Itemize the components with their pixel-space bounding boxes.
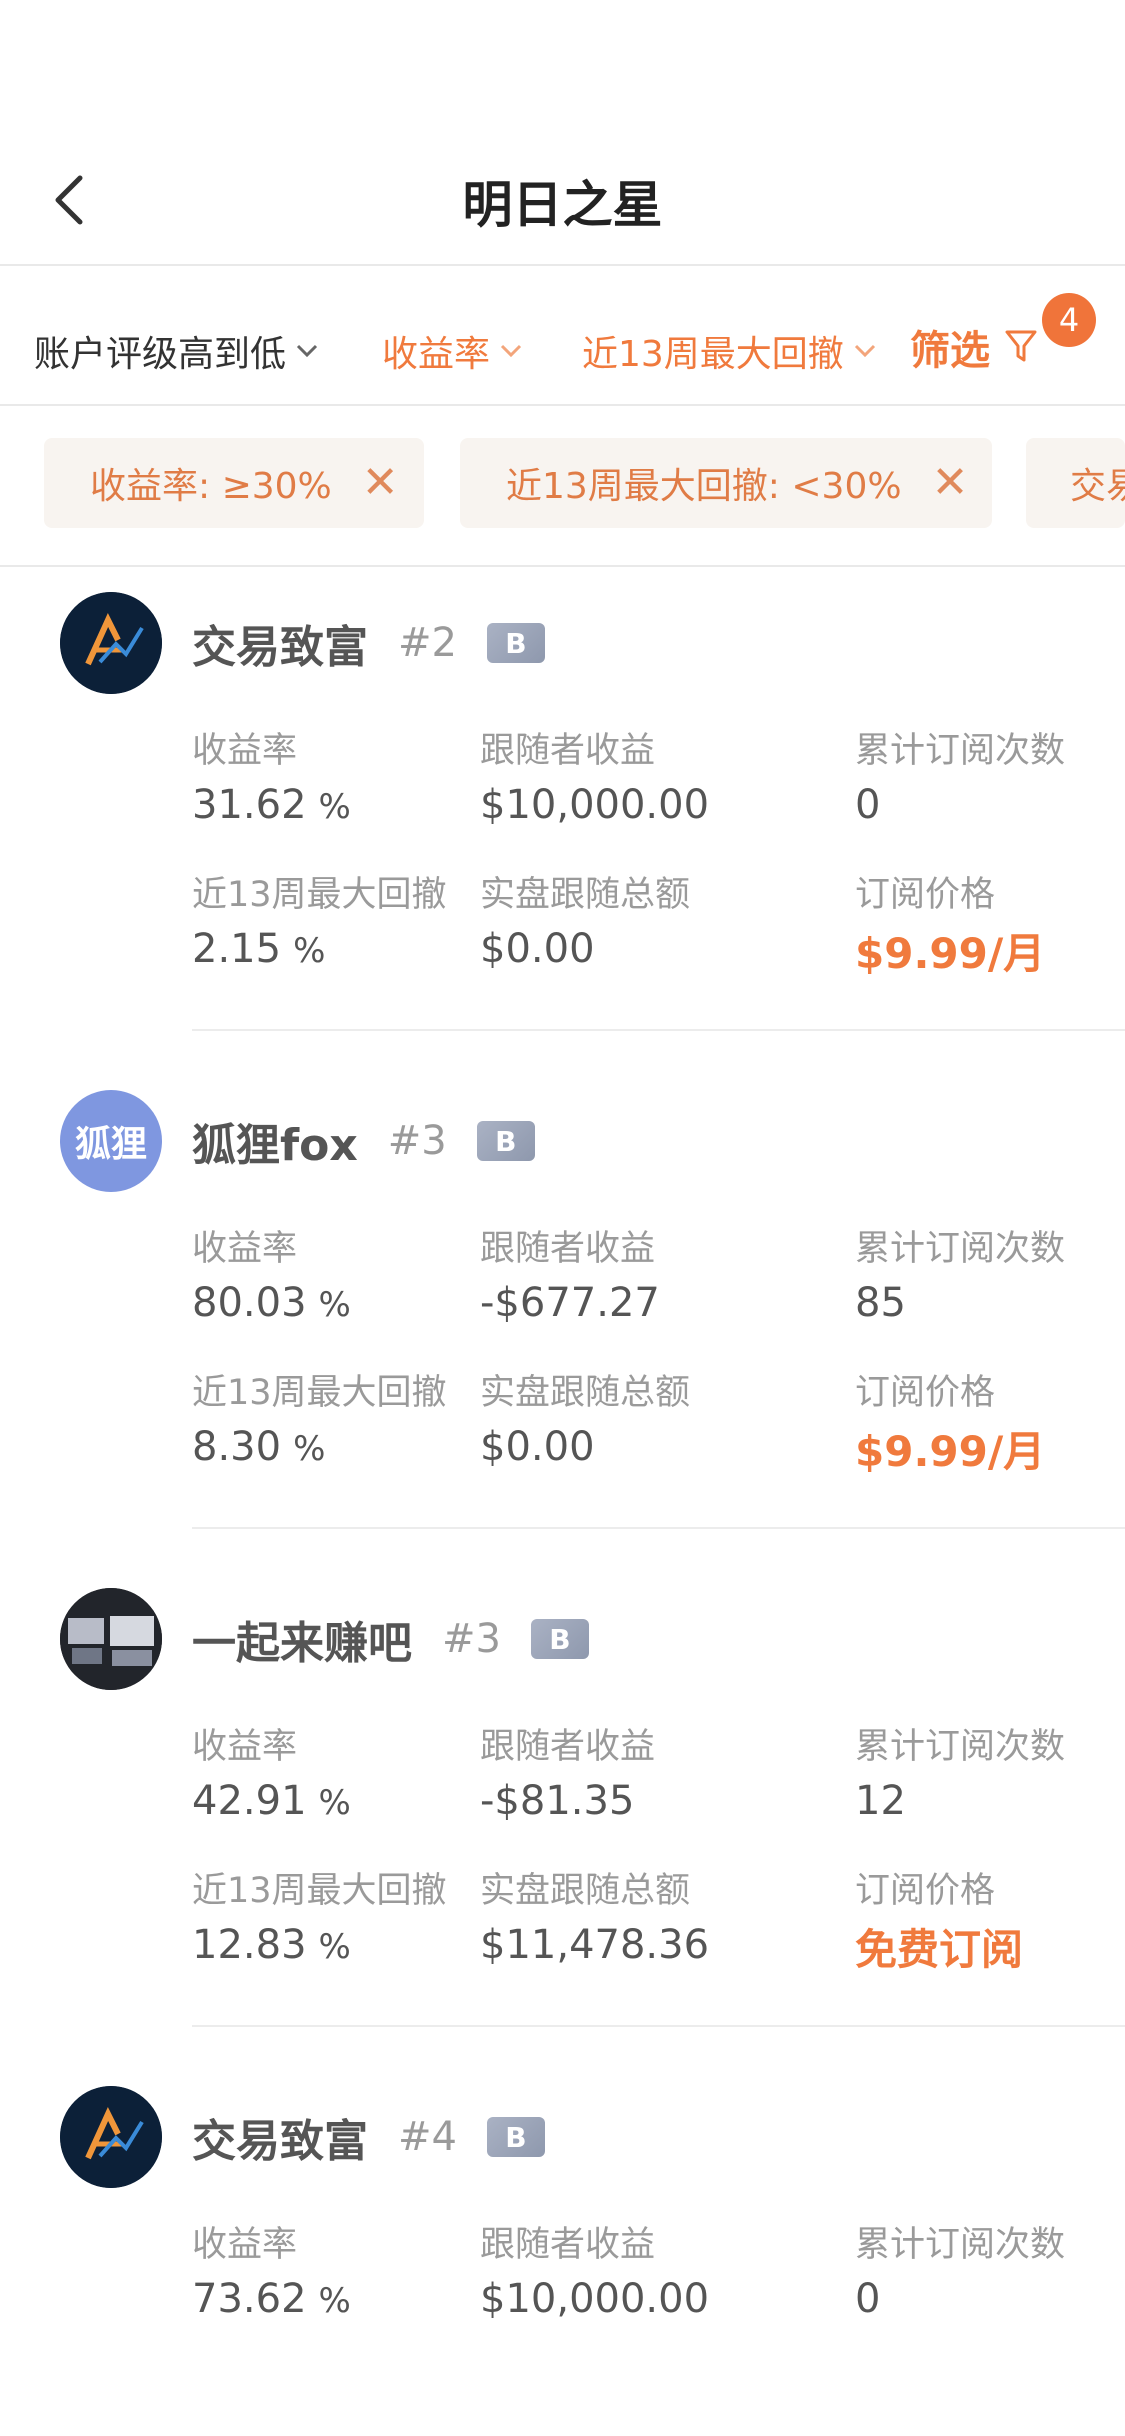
drawdown-value: 2.15%	[192, 926, 326, 972]
chips-divider	[0, 565, 1125, 567]
follower-profit-label: 跟随者收益	[480, 731, 656, 771]
account-rank: #2	[398, 620, 457, 666]
return-label: 收益率	[192, 1229, 298, 1269]
drawdown-label: 近13周最大回撤	[192, 875, 447, 915]
sortbar-divider	[0, 404, 1125, 406]
filter-label: 筛选	[910, 328, 990, 374]
filter-icon	[1005, 330, 1037, 362]
nav-bar: 明日之星	[0, 0, 1125, 265]
chevron-down-icon	[854, 344, 875, 358]
follower-profit-value: $10,000.00	[480, 782, 710, 828]
account-name: 狐狸fox	[192, 1120, 358, 1171]
follower-profit-label: 跟随者收益	[480, 1727, 656, 1767]
price-value: $9.99/月	[855, 929, 1046, 978]
logo-icon	[60, 2086, 162, 2188]
account-name: 一起来赚吧	[192, 1618, 412, 1669]
account-rank: #3	[442, 1616, 501, 1662]
price-value: 免费订阅	[855, 1925, 1024, 1974]
drawdown-label: 近13周最大回撤	[192, 1373, 447, 1413]
logo-icon	[60, 592, 162, 694]
page-title: 明日之星	[462, 176, 663, 234]
card-divider	[192, 2025, 1125, 2027]
account-rank: #3	[387, 1118, 447, 1164]
live-amount-value: $0.00	[480, 926, 595, 972]
avatar: 狐狸	[60, 1090, 162, 1192]
return-label: 收益率	[192, 2225, 298, 2265]
return-value: 73.62%	[192, 2276, 351, 2322]
account-header: 一起来赚吧 #3 B	[192, 1588, 589, 1690]
chevron-down-icon	[500, 344, 522, 358]
account-rank: #4	[398, 2114, 457, 2160]
live-amount-label: 实盘跟随总额	[480, 875, 691, 915]
sort-rating-label: 账户评级高到低	[34, 334, 287, 375]
level-badge: B	[486, 2117, 545, 2157]
return-label: 收益率	[192, 1727, 298, 1767]
price-label: 订阅价格	[855, 1871, 996, 1911]
subscriptions-value: 85	[855, 1280, 906, 1326]
account-header: 交易致富 #2 B	[192, 592, 545, 694]
chip-label: 近13周最大回撤: <30%	[506, 466, 902, 507]
return-value: 42.91%	[192, 1778, 351, 1824]
follower-profit-value: -$677.27	[480, 1280, 660, 1326]
subscriptions-label: 累计订阅次数	[855, 1727, 1066, 1767]
follower-profit-value: -$81.35	[480, 1778, 635, 1824]
sort-return[interactable]: 收益率	[382, 325, 522, 377]
close-icon[interactable]: ✕	[362, 461, 399, 505]
subscriptions-value: 0	[855, 2276, 881, 2322]
card-divider	[192, 1527, 1125, 1529]
sort-drawdown[interactable]: 近13周最大回撤	[582, 325, 876, 377]
filter-button[interactable]: 筛选	[910, 318, 1038, 376]
subscriptions-label: 累计订阅次数	[855, 1229, 1066, 1269]
account-header: 交易致富 #4 B	[192, 2086, 545, 2188]
price-label: 订阅价格	[855, 875, 996, 915]
return-value: 31.62%	[192, 782, 351, 828]
follower-profit-label: 跟随者收益	[480, 2225, 656, 2265]
live-amount-value: $11,478.36	[480, 1922, 710, 1968]
subscriptions-value: 0	[855, 782, 881, 828]
return-value: 80.03%	[192, 1280, 351, 1326]
chip-label: 收益率: ≥30%	[90, 466, 332, 507]
filter-chip-return[interactable]: 收益率: ≥30% ✕	[44, 438, 424, 528]
level-badge: B	[476, 1121, 535, 1161]
level-badge: B	[486, 623, 545, 663]
sort-rating[interactable]: 账户评级高到低	[34, 325, 318, 377]
filter-chip-drawdown[interactable]: 近13周最大回撤: <30% ✕	[460, 438, 992, 528]
account-name: 交易致富	[192, 622, 368, 673]
header-divider	[0, 264, 1125, 266]
filter-chip-trade[interactable]: 交易	[1026, 438, 1125, 528]
subscriptions-label: 累计订阅次数	[855, 731, 1066, 771]
price-value: $9.99/月	[855, 1427, 1046, 1476]
filter-count-badge: 4	[1042, 293, 1096, 347]
level-badge: B	[530, 1619, 589, 1659]
follower-profit-label: 跟随者收益	[480, 1229, 656, 1269]
drawdown-value: 12.83%	[192, 1922, 351, 1968]
chip-label: 交易	[1070, 466, 1125, 507]
live-amount-value: $0.00	[480, 1424, 595, 1470]
return-label: 收益率	[192, 731, 298, 771]
account-header: 狐狸fox #3 B	[192, 1090, 535, 1192]
sort-drawdown-label: 近13周最大回撤	[582, 334, 844, 375]
avatar	[60, 592, 162, 694]
drawdown-value: 8.30%	[192, 1424, 326, 1470]
close-icon[interactable]: ✕	[932, 461, 969, 505]
follower-profit-value: $10,000.00	[480, 2276, 710, 2322]
subscriptions-label: 累计订阅次数	[855, 2225, 1066, 2265]
account-name: 交易致富	[192, 2116, 368, 2167]
avatar	[60, 2086, 162, 2188]
card-divider	[192, 1029, 1125, 1031]
monitors-image	[60, 1588, 162, 1690]
sort-return-label: 收益率	[382, 334, 491, 375]
chevron-down-icon	[296, 344, 318, 358]
live-amount-label: 实盘跟随总额	[480, 1373, 691, 1413]
price-label: 订阅价格	[855, 1373, 996, 1413]
avatar	[60, 1588, 162, 1690]
subscriptions-value: 12	[855, 1778, 906, 1824]
live-amount-label: 实盘跟随总额	[480, 1871, 691, 1911]
drawdown-label: 近13周最大回撤	[192, 1871, 447, 1911]
